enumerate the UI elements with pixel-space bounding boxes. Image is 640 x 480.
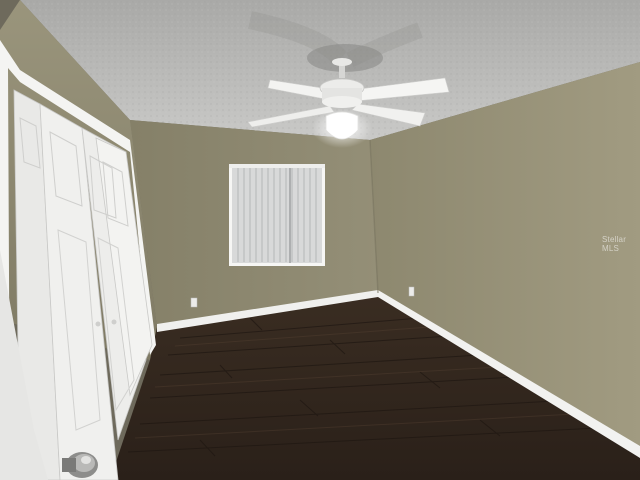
watermark-text: Stellar MLS xyxy=(602,235,627,253)
window-with-blinds xyxy=(229,164,325,266)
room-photo: Stellar MLS xyxy=(0,0,640,480)
outlet-right xyxy=(408,286,415,297)
outlet-back xyxy=(190,297,198,308)
room-illustration xyxy=(0,0,640,480)
